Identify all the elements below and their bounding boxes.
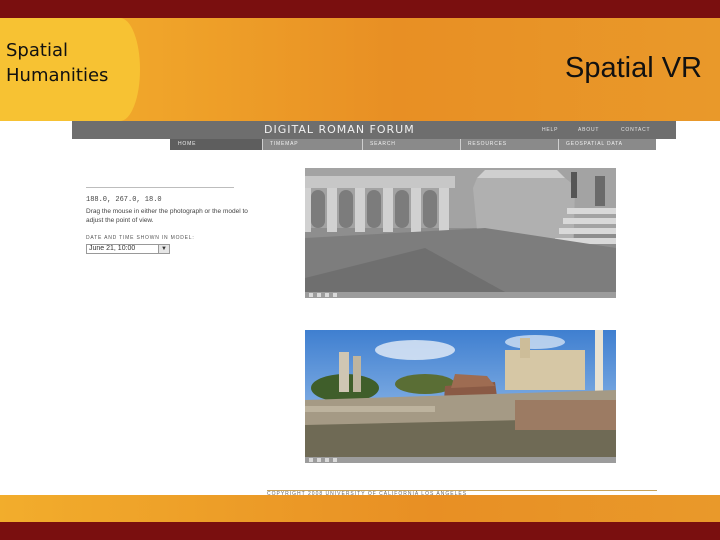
- zoom-in-icon[interactable]: [317, 458, 321, 462]
- model-viewer[interactable]: [305, 168, 616, 298]
- zoom-out-icon[interactable]: [325, 458, 329, 462]
- chevron-down-icon[interactable]: ▼: [158, 245, 169, 253]
- nav-separator: [262, 139, 263, 150]
- fullscreen-icon[interactable]: [333, 293, 337, 297]
- date-time-value: June 21, 10:00: [89, 245, 136, 252]
- nav-separator: [558, 139, 559, 150]
- date-label: DATE AND TIME SHOWN IN MODEL:: [86, 235, 195, 241]
- instructions-text: Drag the mouse in either the photograph …: [86, 208, 248, 224]
- footer-band: [0, 495, 720, 522]
- nav-geospatial-data[interactable]: GEOSPATIAL DATA: [558, 139, 656, 150]
- viewer-controls: [305, 457, 616, 463]
- contact-link[interactable]: CONTACT: [621, 127, 650, 133]
- play-icon[interactable]: [309, 458, 313, 462]
- nav-separator: [460, 139, 461, 150]
- corner-tab: Spatial Humanities: [0, 18, 140, 121]
- nav-timemap[interactable]: TIMEMAP: [262, 139, 362, 150]
- bottom-color-bar: [0, 522, 720, 540]
- play-icon[interactable]: [309, 293, 313, 297]
- help-link[interactable]: HELP: [542, 127, 558, 133]
- viewer-controls: [305, 292, 616, 298]
- nav-search[interactable]: SEARCH: [362, 139, 460, 150]
- corner-title: Spatial Humanities: [6, 40, 109, 86]
- top-color-bar: [0, 0, 720, 18]
- zoom-in-icon[interactable]: [317, 293, 321, 297]
- model-render: [305, 168, 616, 292]
- forum-photograph: [305, 330, 616, 457]
- nav-separator: [362, 139, 363, 150]
- fullscreen-icon[interactable]: [333, 458, 337, 462]
- site-header: DIGITAL ROMAN FORUM HELP ABOUT CONTACT: [72, 121, 676, 139]
- about-link[interactable]: ABOUT: [578, 127, 599, 133]
- nav-resources[interactable]: RESOURCES: [460, 139, 558, 150]
- site-title: DIGITAL ROMAN FORUM: [264, 123, 415, 136]
- nav-home[interactable]: HOME: [170, 139, 262, 150]
- camera-coordinates: 188.0, 267.0, 18.0: [86, 196, 162, 204]
- divider: [86, 187, 234, 188]
- site-screenshot: DIGITAL ROMAN FORUM HELP ABOUT CONTACT H…: [72, 121, 676, 497]
- date-time-select[interactable]: June 21, 10:00 ▼: [86, 244, 170, 254]
- photo-viewer[interactable]: [305, 330, 616, 463]
- slide-title: Spatial VR: [564, 52, 702, 84]
- zoom-out-icon[interactable]: [325, 293, 329, 297]
